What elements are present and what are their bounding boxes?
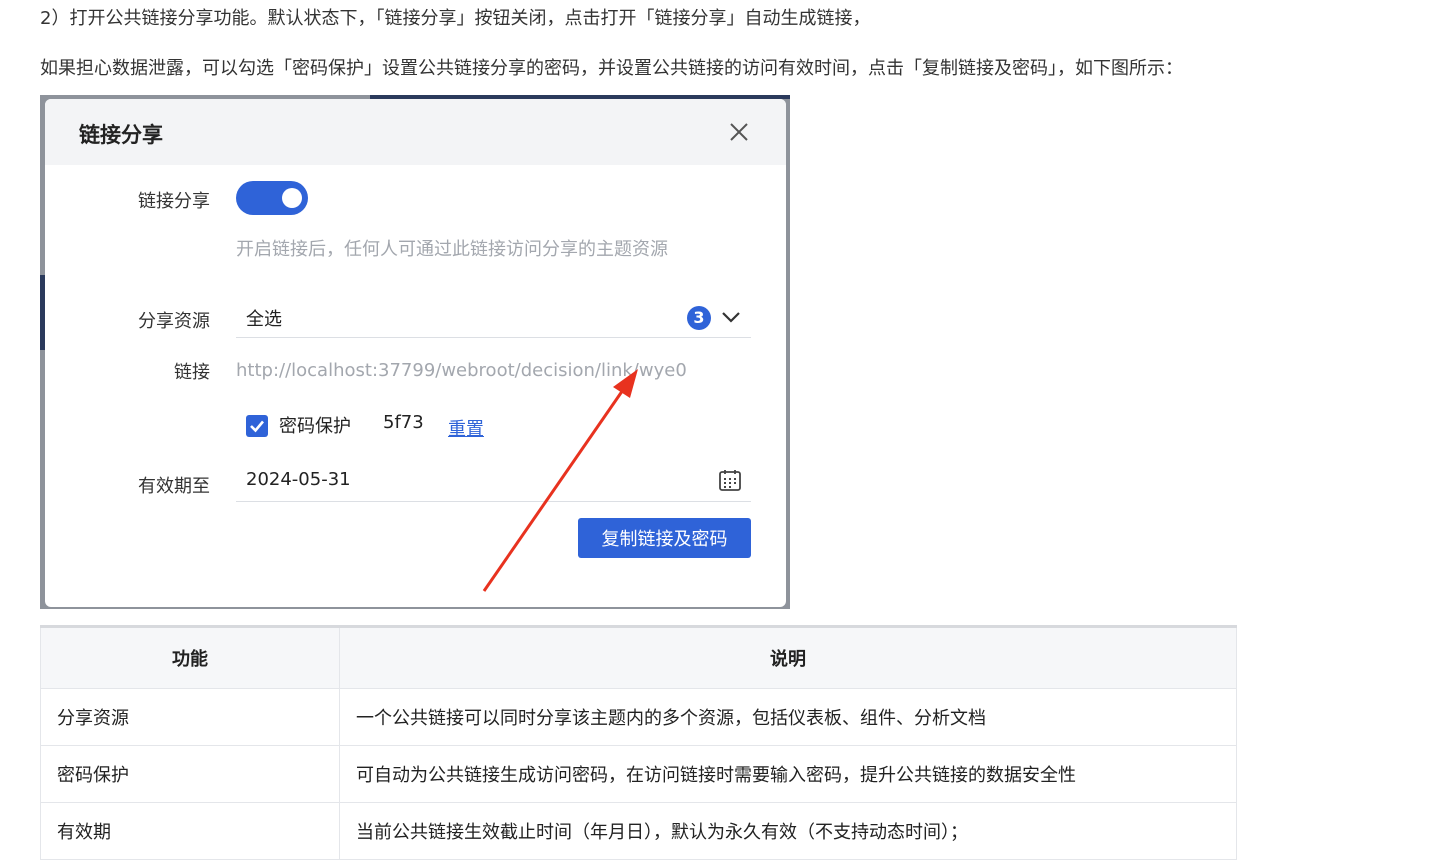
close-icon[interactable] xyxy=(728,121,750,143)
resource-value: 全选 xyxy=(246,309,282,330)
header-description: 说明 xyxy=(339,626,1237,689)
table-header-row: 功能 说明 xyxy=(40,626,1237,689)
resource-count-badge: 3 xyxy=(687,306,711,330)
header-feature: 功能 xyxy=(40,626,340,689)
table-row: 有效期 当前公共链接生效截止时间（年月日），默认为永久有效（不支持动态时间）； xyxy=(40,802,1237,860)
share-label: 链接分享 xyxy=(138,191,210,212)
expiry-label: 有效期至 xyxy=(138,476,210,497)
cell-description: 一个公共链接可以同时分享该主题内的多个资源，包括仪表板、组件、分析文档 xyxy=(339,688,1237,746)
cell-feature: 分享资源 xyxy=(40,688,340,746)
expiry-value: 2024-05-31 xyxy=(246,469,351,490)
dialog-title: 链接分享 xyxy=(79,123,163,147)
table-row: 密码保护 可自动为公共链接生成访问密码，在访问链接时需要输入密码，提升公共链接的… xyxy=(40,745,1237,803)
link-url: http://localhost:37799/webroot/decision/… xyxy=(236,360,687,381)
password-checkbox[interactable] xyxy=(246,415,268,437)
dialog-screenshot: 链接分享 链接分享 开启链接后，任何人可通过此链接访问分享的主题资源 分享资源 … xyxy=(40,95,790,609)
table-row: 分享资源 一个公共链接可以同时分享该主题内的多个资源，包括仪表板、组件、分析文档 xyxy=(40,688,1237,746)
link-share-dialog: 链接分享 链接分享 开启链接后，任何人可通过此链接访问分享的主题资源 分享资源 … xyxy=(45,99,786,607)
cell-description: 可自动为公共链接生成访问密码，在访问链接时需要输入密码，提升公共链接的数据安全性 xyxy=(339,745,1237,803)
calendar-icon[interactable] xyxy=(718,468,742,492)
cell-feature: 有效期 xyxy=(40,802,340,860)
feature-table: 功能 说明 分享资源 一个公共链接可以同时分享该主题内的多个资源，包括仪表板、组… xyxy=(40,625,1237,860)
expiry-date-input[interactable]: 2024-05-31 xyxy=(236,459,751,502)
paragraph-password-note: 如果担心数据泄露，可以勾选「密码保护」设置公共链接分享的密码，并设置公共链接的访… xyxy=(40,58,1183,79)
share-hint: 开启链接后，任何人可通过此链接访问分享的主题资源 xyxy=(236,239,668,260)
paragraph-step-2: 2）打开公共链接分享功能。默认状态下，「链接分享」按钮关闭，点击打开「链接分享」… xyxy=(40,8,871,29)
check-icon xyxy=(250,420,264,433)
cell-feature: 密码保护 xyxy=(40,745,340,803)
link-label: 链接 xyxy=(174,362,210,383)
reset-link[interactable]: 重置 xyxy=(448,415,484,441)
password-value: 5f73 xyxy=(383,412,424,433)
chevron-down-icon xyxy=(722,312,740,323)
password-label: 密码保护 xyxy=(279,416,351,437)
share-toggle[interactable] xyxy=(236,181,308,215)
resource-select[interactable]: 全选 3 xyxy=(236,295,751,338)
toggle-knob xyxy=(282,188,302,208)
cell-description: 当前公共链接生效截止时间（年月日），默认为永久有效（不支持动态时间）； xyxy=(339,802,1237,860)
dialog-header: 链接分享 xyxy=(45,99,786,165)
resource-label: 分享资源 xyxy=(138,311,210,332)
copy-link-button[interactable]: 复制链接及密码 xyxy=(578,518,751,558)
